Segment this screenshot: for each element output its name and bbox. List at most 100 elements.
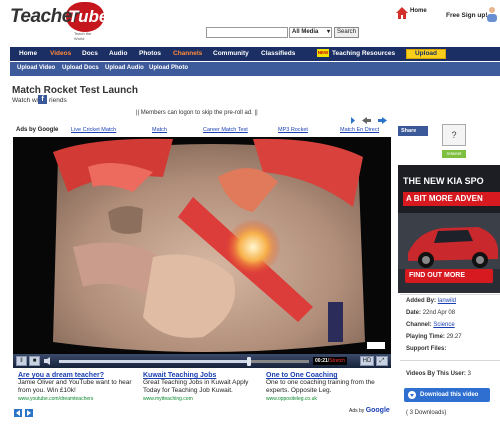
nav-channels[interactable]: Channels (173, 50, 202, 57)
ad-url[interactable]: www.youtube.com/dreamteachers (18, 396, 136, 402)
home-label: Home (410, 8, 427, 14)
download-count: ( 3 Downloads) (406, 410, 447, 416)
facebook-icon[interactable]: f (38, 95, 47, 104)
members-notice: || Members can logon to skip the pre-rol… (136, 110, 258, 116)
ad-link-match[interactable]: Match (152, 127, 167, 133)
ad-body: Great Teaching Jobs in Kuwait Apply Toda… (143, 379, 249, 394)
search-input[interactable] (206, 27, 288, 38)
free-signup-link[interactable]: Free Sign up! (446, 12, 488, 19)
ad-body: One to one coaching training from the ex… (266, 379, 375, 394)
divider (400, 360, 500, 361)
home-link[interactable]: Home (396, 7, 432, 25)
kia-banner-ad[interactable]: THE NEW KIA SPO A BIT MORE ADVEN FIND OU… (398, 165, 500, 293)
ad-link-match-en-direct[interactable]: Match En Direct (340, 127, 379, 133)
subnav-upload-docs[interactable]: Upload Docs (62, 65, 99, 71)
subnav-upload-audio[interactable]: Upload Audio (105, 65, 144, 71)
video-title: Match Rocket Test Launch (12, 85, 138, 96)
ad-block[interactable]: Are you a dream teacher? Jamie Oliver an… (18, 372, 136, 402)
pause-button[interactable]: ‖ (16, 356, 27, 366)
ad-link-mp3-rocket[interactable]: MP3 Rocket (278, 127, 308, 133)
search-button[interactable]: Search (334, 27, 359, 38)
subnav-upload-photo[interactable]: Upload Photo (149, 65, 188, 71)
new-badge: NEW (317, 49, 329, 57)
main-nav: Home Videos Docs Audio Photos Channels C… (10, 47, 500, 61)
time-readout: 00:21/Stretch (313, 357, 348, 365)
google-label: Google (365, 407, 390, 414)
home-icon (396, 7, 408, 19)
ads-by-label: Ads by (349, 408, 365, 414)
progress-track[interactable] (59, 357, 309, 366)
nav-photos[interactable]: Photos (139, 50, 161, 57)
progress-fill (59, 360, 249, 363)
ads-by-google-bottom: Ads by Google (349, 407, 390, 414)
subnav-upload-video[interactable]: Upload Video (17, 65, 55, 71)
media-type-select[interactable]: All Media ▾ (289, 27, 332, 38)
support-files-label: Support Files: (406, 346, 447, 352)
ad-url[interactable]: www.mytteaching.com (143, 396, 255, 402)
time-total: Stretch (329, 358, 346, 364)
stop-button[interactable]: ■ (29, 356, 40, 366)
ad-block[interactable]: One to One Coaching One to one coaching … (266, 372, 378, 402)
watch-with-label: Watch w/ (12, 97, 39, 104)
facebook-share-label: Share (401, 128, 417, 134)
find-out-more-button[interactable]: FIND OUT MORE (405, 269, 493, 283)
videos-by-user-count: 3 (467, 371, 471, 377)
nav-home[interactable]: Home (19, 50, 37, 57)
ad-headline[interactable]: One to One Coaching (266, 372, 378, 379)
video-still (13, 137, 391, 354)
ad-block[interactable]: Kuwait Teaching Jobs Great Teaching Jobs… (143, 372, 255, 402)
nav-audio[interactable]: Audio (109, 50, 127, 57)
ad-link-career-match[interactable]: Career Match Test (203, 127, 248, 133)
ad-body: Jamie Oliver and YouTube want to hear fr… (18, 379, 132, 394)
playing-time-value: 29.27 (446, 334, 462, 340)
volume-icon[interactable] (44, 357, 54, 365)
ads-by-google-label: Ads by Google (16, 127, 59, 133)
channel-label: Channel: (406, 322, 432, 328)
logo-text-tube: Tube (68, 7, 109, 26)
playing-time-label: Playing Time: (406, 334, 445, 340)
sub-nav: Upload Video Upload Docs Upload Audio Up… (10, 62, 500, 76)
nav-teaching-resources[interactable]: Teaching Resources (332, 50, 395, 57)
upload-button[interactable]: Upload (406, 49, 446, 59)
added-by-user-link[interactable]: lanwild (438, 298, 456, 304)
arrow-right-icon[interactable] (378, 116, 387, 125)
kia-car-image (398, 213, 500, 269)
kia-headline: THE NEW KIA SPO (403, 176, 484, 186)
ad-url[interactable]: www.oppositeleg.co.uk (266, 396, 378, 402)
videos-by-user-label: Videos By This User: (406, 371, 466, 377)
nav-videos[interactable]: Videos (50, 50, 71, 57)
ad-link-live-cricket[interactable]: Live Cricket Match (71, 127, 116, 133)
date-label: Date: (406, 310, 422, 316)
ad-nav-arrows-icon[interactable] (14, 409, 34, 417)
divider (400, 294, 500, 295)
thumbnail-placeholder: ? (442, 124, 466, 146)
kia-subheadline: A BIT MORE ADVEN (403, 192, 500, 206)
ad-headline[interactable]: Kuwait Teaching Jobs (143, 372, 255, 379)
refresh-icon[interactable] (347, 116, 356, 125)
hd-button[interactable]: HD (360, 356, 374, 366)
video-frame[interactable] (13, 137, 391, 354)
media-type-value: All Media (292, 29, 319, 35)
nav-classifieds[interactable]: Classifieds (261, 50, 295, 57)
user-icon (487, 7, 497, 22)
time-current: 00:21 (315, 358, 328, 364)
ad-headline[interactable]: Are you a dream teacher? (18, 372, 136, 379)
retweet-button[interactable]: retweet (442, 150, 466, 158)
date-value: 22nd Apr 08 (422, 310, 456, 316)
channel-link[interactable]: Science (433, 322, 454, 328)
facebook-share-button[interactable]: Share (398, 126, 428, 136)
download-video-button[interactable]: Download this video (404, 388, 490, 402)
download-label: Download this video (420, 392, 479, 398)
nav-docs[interactable]: Docs (82, 50, 98, 57)
logo-tagline: Teach the World (74, 31, 92, 41)
player-controls: ‖ ■ 00:21/Stretch HD ⤢ (13, 354, 391, 368)
progress-handle[interactable] (247, 357, 251, 366)
watch-with-friends-link[interactable]: riends (49, 97, 67, 104)
added-by-label: Added By: (406, 298, 436, 304)
chevron-down-icon: ▾ (326, 29, 330, 35)
download-icon (408, 391, 416, 399)
fullscreen-icon[interactable]: ⤢ (376, 356, 388, 366)
arrow-left-icon[interactable] (362, 116, 371, 125)
nav-community[interactable]: Community (213, 50, 249, 57)
teachertube-logo[interactable]: Teacher Tube Teach the World (10, 2, 108, 42)
